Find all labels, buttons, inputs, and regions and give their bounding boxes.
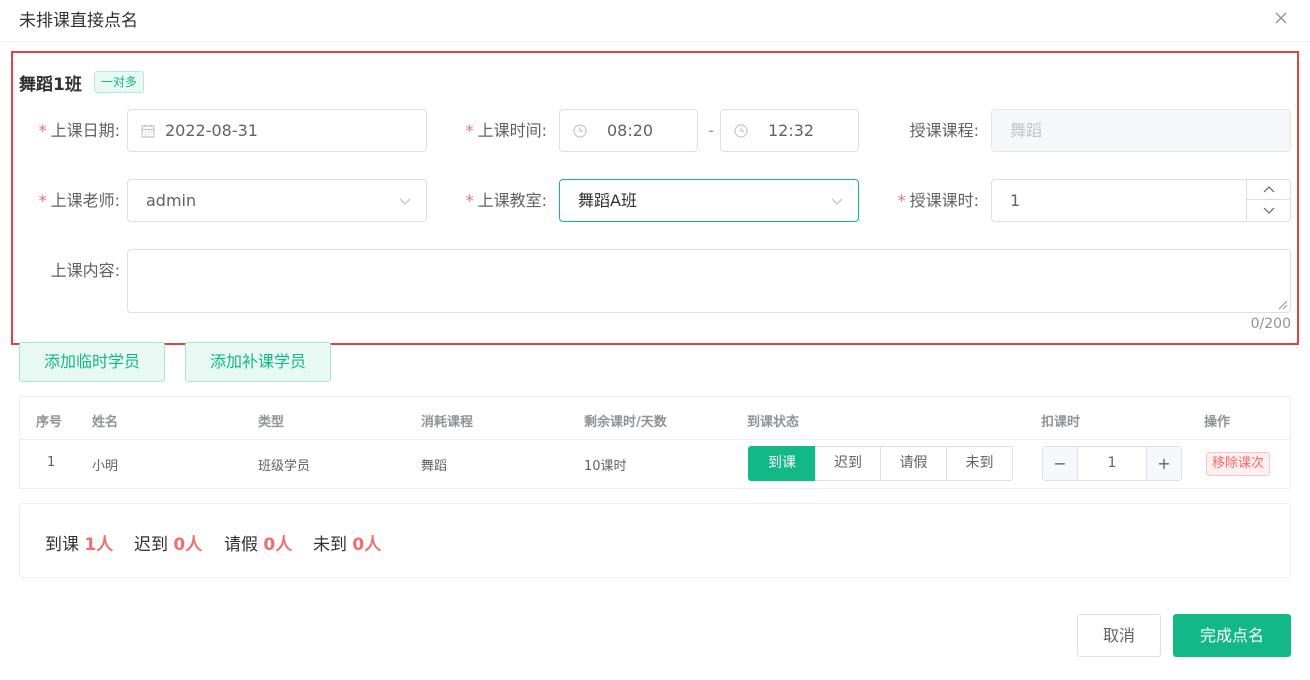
room-value: 舞蹈A班 <box>578 191 637 210</box>
date-label: * 上课日期: <box>38 121 120 140</box>
summary-present: 到课 1人 <box>45 535 114 555</box>
status-leave-button[interactable]: 请假 <box>880 446 947 481</box>
row-course: 舞蹈 <box>421 459 448 474</box>
hours-label: * 授课课时: <box>897 191 979 210</box>
chevron-down-icon <box>831 198 843 205</box>
chevron-down-icon <box>399 198 411 205</box>
decrease-button[interactable] <box>1247 200 1291 220</box>
col-header-type: 类型 <box>258 415 285 430</box>
hours-value: 1 <box>1010 191 1021 210</box>
clock-icon <box>734 124 748 138</box>
status-absent-button[interactable]: 未到 <box>946 446 1013 481</box>
summary-absent: 未到 0人 <box>313 535 382 555</box>
content-counter: 0/200 <box>1250 316 1291 332</box>
col-header-name: 姓名 <box>92 415 119 430</box>
attendance-summary: 到课 1人 迟到 0人 请假 0人 未到 0人 <box>19 503 1291 578</box>
dialog-header: 未排课直接点名 <box>0 0 1310 42</box>
col-header-status: 到课状态 <box>747 415 800 430</box>
content-textarea[interactable] <box>127 249 1291 313</box>
class-type-tag: 一对多 <box>94 71 145 93</box>
summary-late: 迟到 0人 <box>134 535 203 555</box>
teacher-label: * 上课老师: <box>38 191 120 210</box>
header-divider <box>20 439 1290 440</box>
student-table: 序号 姓名 类型 消耗课程 剩余课时/天数 到课状态 扣课时 操作 1 小明 班… <box>19 396 1291 489</box>
chevron-down-icon <box>1263 207 1275 214</box>
calendar-icon <box>141 124 155 138</box>
course-label: 授课课程: <box>909 121 979 140</box>
teacher-value: admin <box>146 191 197 210</box>
start-time-picker[interactable]: 08:20 <box>559 109 698 152</box>
deduct-stepper: − 1 + <box>1042 446 1182 481</box>
col-header-course: 消耗课程 <box>421 415 474 430</box>
add-temp-student-button[interactable]: 添加临时学员 <box>19 342 166 382</box>
room-label: * 上课教室: <box>465 191 547 210</box>
content-label: 上课内容: <box>50 261 120 280</box>
increase-button[interactable] <box>1247 180 1291 200</box>
resize-handle-icon[interactable] <box>1278 300 1288 310</box>
row-index: 1 <box>47 455 56 470</box>
remove-lesson-button[interactable]: 移除课次 <box>1206 452 1271 476</box>
class-name: 舞蹈1班 <box>19 75 82 95</box>
course-value: 舞蹈 <box>1010 121 1043 140</box>
dialog-title: 未排课直接点名 <box>19 11 138 31</box>
deduct-value[interactable]: 1 <box>1078 447 1146 480</box>
col-header-index: 序号 <box>36 415 63 430</box>
deduct-plus-button[interactable]: + <box>1146 447 1181 480</box>
date-value: 2022-08-31 <box>165 121 258 140</box>
status-present-button[interactable]: 到课 <box>748 446 816 481</box>
date-picker[interactable]: 2022-08-31 <box>127 109 427 152</box>
deduct-minus-button[interactable]: − <box>1043 447 1078 480</box>
hours-stepper <box>1246 180 1291 221</box>
clock-icon <box>573 124 587 138</box>
complete-rollcall-button[interactable]: 完成点名 <box>1173 614 1291 657</box>
col-header-deduct: 扣课时 <box>1041 415 1081 430</box>
time-label: * 上课时间: <box>465 121 547 140</box>
status-late-button[interactable]: 迟到 <box>815 446 881 481</box>
cancel-button[interactable]: 取消 <box>1077 614 1161 657</box>
row-type: 班级学员 <box>258 459 311 474</box>
start-time-value: 08:20 <box>607 121 654 140</box>
end-time-value: 12:32 <box>768 121 815 140</box>
attendance-status-group: 到课 迟到 请假 未到 <box>748 446 1013 481</box>
row-remaining: 10课时 <box>584 459 627 474</box>
teacher-select[interactable]: admin <box>127 179 427 222</box>
row-name: 小明 <box>92 459 119 474</box>
end-time-picker[interactable]: 12:32 <box>720 109 859 152</box>
summary-leave: 请假 0人 <box>224 535 293 555</box>
col-header-action: 操作 <box>1204 415 1231 430</box>
add-makeup-student-button[interactable]: 添加补课学员 <box>185 342 332 382</box>
col-header-remaining: 剩余课时/天数 <box>584 415 667 430</box>
room-select[interactable]: 舞蹈A班 <box>559 179 859 222</box>
time-separator: - <box>708 121 714 140</box>
close-icon[interactable] <box>1273 10 1289 26</box>
chevron-up-icon <box>1263 186 1275 193</box>
hours-input[interactable]: 1 <box>991 179 1291 222</box>
course-field: 舞蹈 <box>991 109 1291 152</box>
